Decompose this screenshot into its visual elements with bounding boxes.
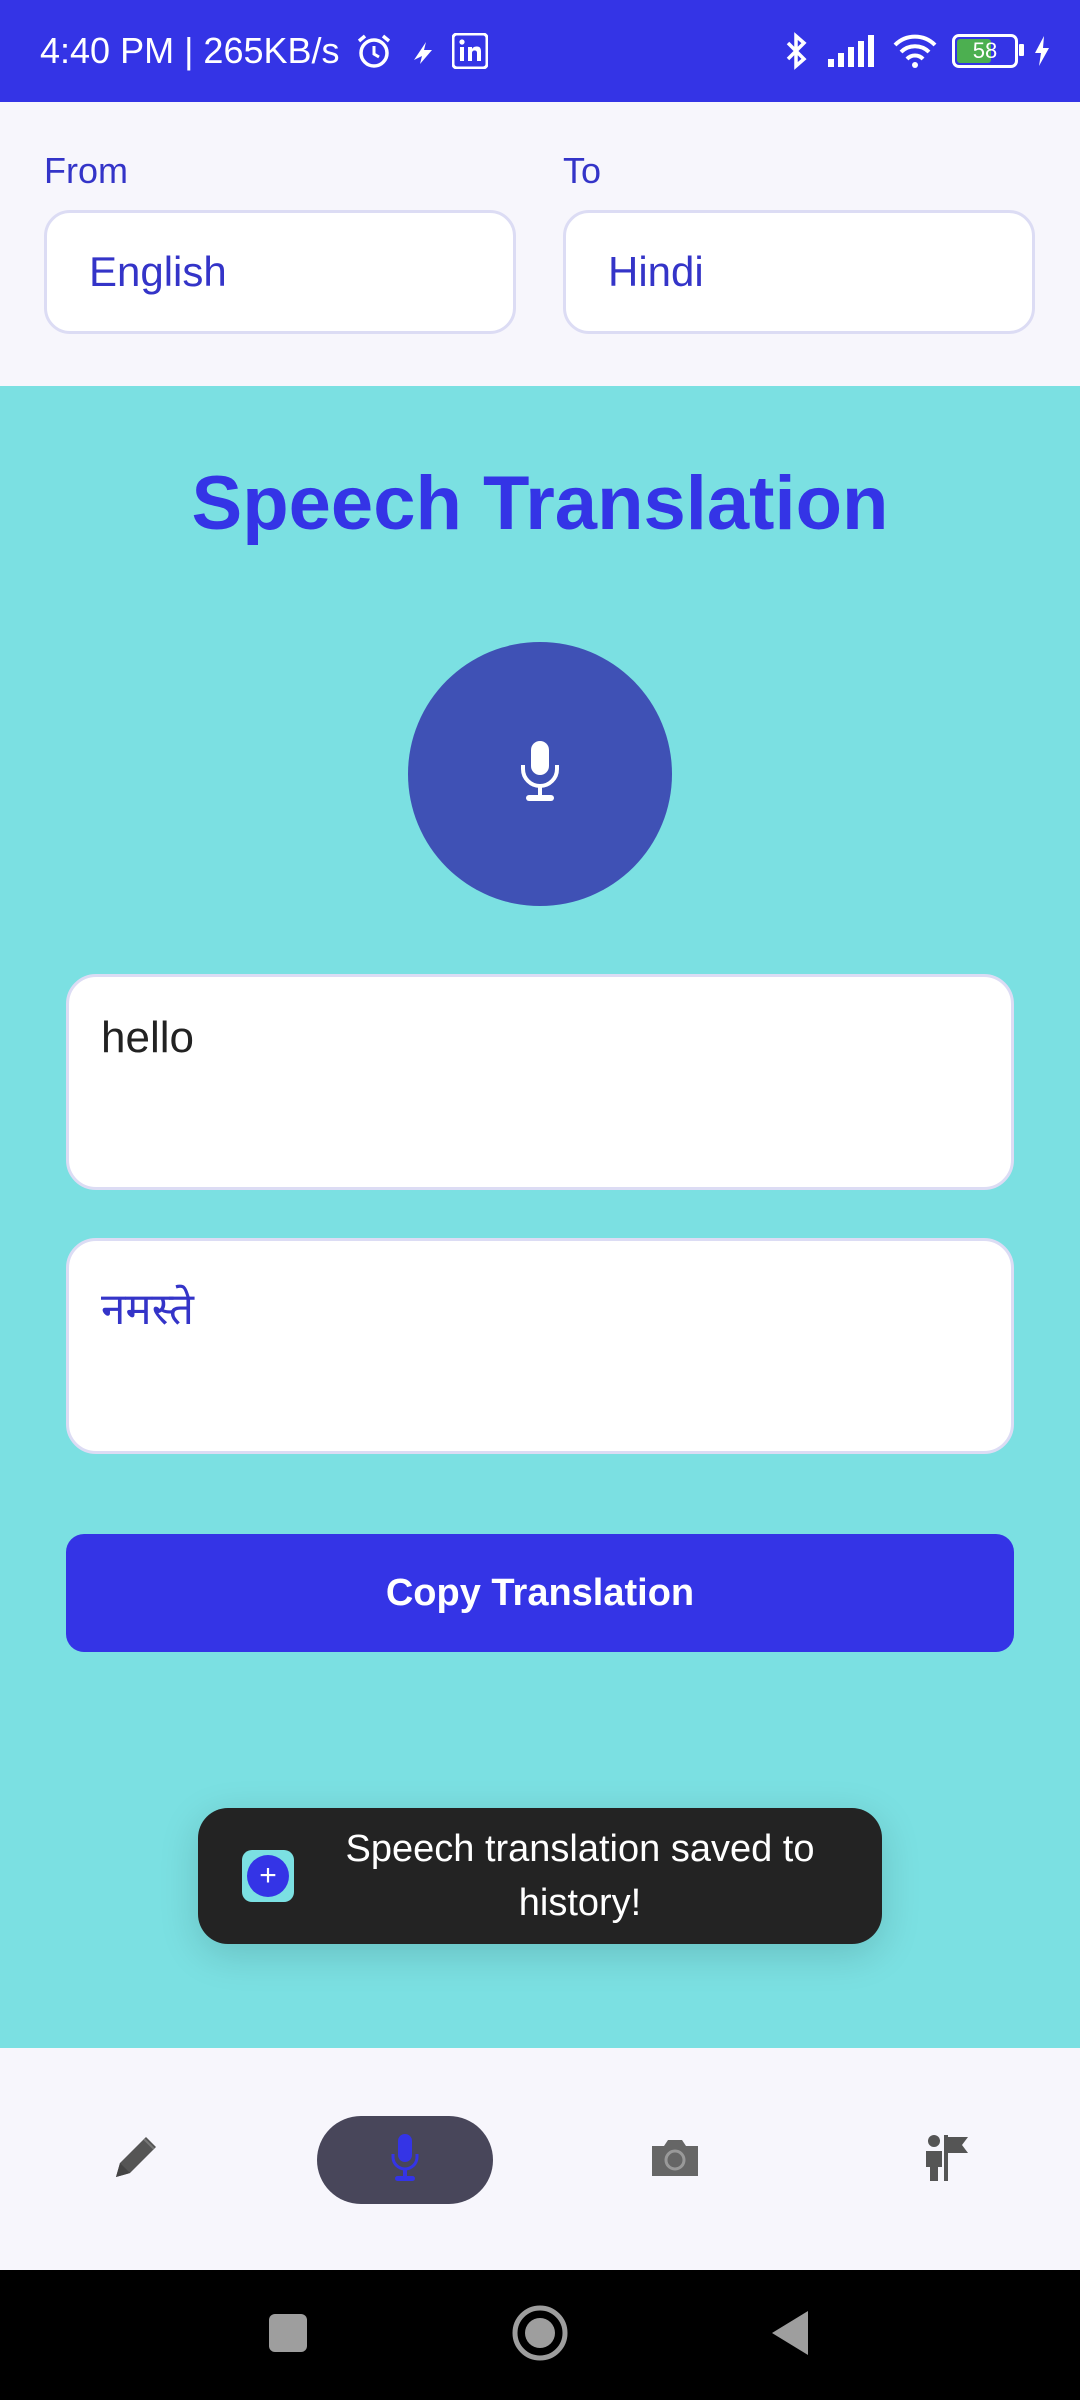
home-button[interactable] bbox=[480, 2270, 600, 2400]
from-language-dropdown[interactable]: English bbox=[44, 210, 516, 334]
pencil-icon bbox=[106, 2129, 164, 2192]
home-circle-icon bbox=[511, 2304, 569, 2367]
alarm-icon bbox=[354, 31, 394, 71]
copy-translation-button[interactable]: Copy Translation bbox=[66, 1534, 1014, 1652]
nav-camera-translate[interactable] bbox=[640, 2116, 710, 2204]
status-time-speed: 4:40 PM | 265KB/s bbox=[40, 30, 340, 71]
from-language-group: From English bbox=[44, 150, 516, 334]
square-icon bbox=[267, 2312, 309, 2359]
system-navigation-bar bbox=[0, 2270, 1080, 2400]
back-button[interactable] bbox=[730, 2270, 850, 2400]
source-text-field[interactable]: hello bbox=[66, 974, 1014, 1190]
signal-icon bbox=[826, 33, 878, 69]
nav-speech-translate[interactable] bbox=[317, 2116, 493, 2204]
wifi-icon bbox=[892, 33, 938, 69]
translated-text-field[interactable]: नमस्ते bbox=[66, 1238, 1014, 1454]
app-icon: + bbox=[242, 1850, 294, 1902]
to-label: To bbox=[563, 150, 602, 191]
microphone-icon bbox=[390, 2132, 420, 2189]
toast-message: + Speech translation saved to history! bbox=[198, 1808, 882, 1944]
to-language-dropdown[interactable]: Hindi bbox=[563, 210, 1035, 334]
to-language-group: To Hindi bbox=[563, 150, 1035, 334]
recents-button[interactable] bbox=[228, 2270, 348, 2400]
history-icon bbox=[920, 2131, 974, 2190]
back-triangle-icon bbox=[768, 2309, 812, 2362]
bottom-navigation bbox=[0, 2048, 1080, 2270]
fastcharge-icon bbox=[408, 34, 438, 68]
camera-icon bbox=[648, 2136, 702, 2185]
status-bar: 4:40 PM | 265KB/s 58 bbox=[0, 0, 1080, 102]
status-left: 4:40 PM | 265KB/s bbox=[40, 0, 488, 102]
charging-icon bbox=[1032, 34, 1052, 68]
record-mic-button[interactable] bbox=[408, 642, 672, 906]
linkedin-icon bbox=[451, 33, 488, 69]
from-label: From bbox=[44, 150, 128, 191]
battery-icon: 58 bbox=[952, 34, 1024, 68]
language-selector-bar: From English To Hindi bbox=[0, 102, 1080, 386]
nav-history[interactable] bbox=[912, 2116, 982, 2204]
nav-text-translate[interactable] bbox=[100, 2116, 170, 2204]
battery-level: 58 bbox=[972, 38, 998, 63]
microphone-icon bbox=[518, 739, 562, 810]
status-right: 58 bbox=[782, 0, 1052, 102]
page-title: Speech Translation bbox=[191, 461, 889, 546]
bluetooth-icon bbox=[782, 31, 812, 71]
toast-text: Speech translation saved to history! bbox=[345, 1828, 815, 1924]
